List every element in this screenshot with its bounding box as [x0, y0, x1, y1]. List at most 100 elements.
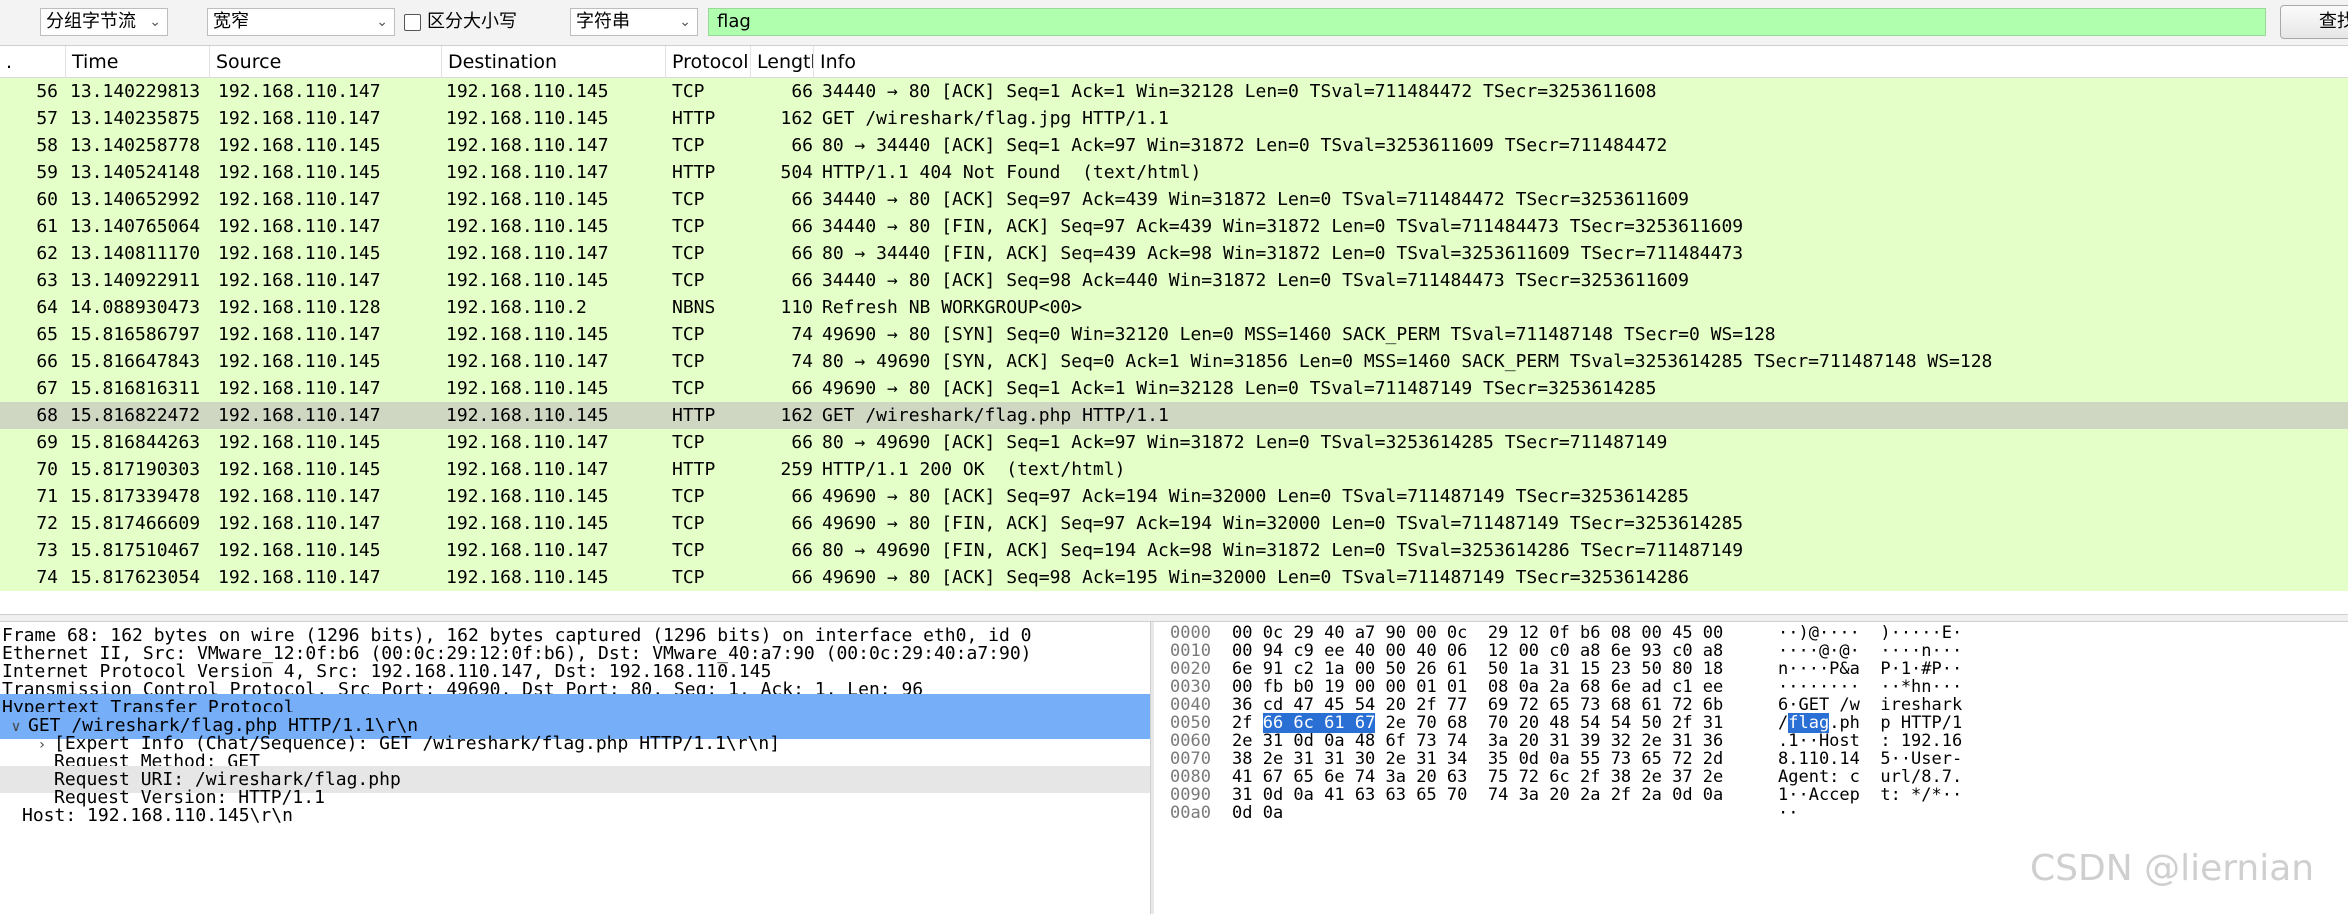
column-header-length[interactable]: Length — [751, 46, 814, 78]
watermark: CSDN @liernian — [2030, 848, 2315, 889]
column-header-no[interactable]: . — [0, 46, 66, 78]
packet-length: 110 — [780, 297, 813, 318]
search-input[interactable]: flag — [708, 8, 2266, 36]
chevron-down-icon: ⌄ — [149, 14, 161, 30]
packet-length: 66 — [791, 189, 813, 210]
packet-row[interactable]: 61 13.140765064 192.168.110.147 192.168.110… — [0, 213, 2348, 240]
checkbox-box[interactable] — [404, 13, 421, 31]
column-header-time[interactable]: Time — [66, 46, 210, 78]
packet-source: 192.168.110.147 — [218, 513, 381, 534]
packet-protocol: HTTP — [672, 459, 716, 480]
packet-source: 192.168.110.147 — [218, 324, 381, 345]
packet-info: HTTP/1.1 200 OK (text/html) — [822, 459, 1126, 480]
packet-source: 192.168.110.147 — [218, 378, 381, 399]
packet-info: 34440 → 80 [ACK] Seq=1 Ack=1 Win=32128 L… — [822, 81, 1657, 102]
packet-time: 15.817623054 — [70, 567, 201, 588]
case-sensitive-label: 区分大小写 — [427, 11, 517, 32]
packet-row[interactable]: 72 15.817466609 192.168.110.147 192.168.110… — [0, 510, 2348, 537]
packet-row[interactable]: 73 15.817510467 192.168.110.145 192.168.110… — [0, 537, 2348, 564]
packet-number: 62 — [36, 243, 58, 264]
packet-row[interactable]: 60 13.140652992 192.168.110.147 192.168.110… — [0, 186, 2348, 213]
packet-details-tree: Frame 68: 162 bytes on wire (1296 bits),… — [0, 622, 1150, 914]
chevron-down-icon: ⌄ — [376, 14, 388, 30]
packet-length: 66 — [791, 567, 813, 588]
packet-number: 67 — [36, 378, 58, 399]
packet-info: 80 → 34440 [ACK] Seq=1 Ack=97 Win=31872 … — [822, 135, 1668, 156]
char-width-select[interactable]: 宽窄 ⌄ — [207, 8, 395, 36]
packet-row[interactable]: 68 15.816822472 192.168.110.147 192.168.110… — [0, 402, 2348, 429]
packet-source: 192.168.110.147 — [218, 81, 381, 102]
packet-info: 80 → 49690 [SYN, ACK] Seq=0 Ack=1 Win=31… — [822, 351, 1993, 372]
packet-row[interactable]: 70 15.817190303 192.168.110.145 192.168.110… — [0, 456, 2348, 483]
column-header-info[interactable]: Info — [814, 46, 2348, 78]
packet-row[interactable]: 64 14.088930473 192.168.110.128 192.168.110… — [0, 294, 2348, 321]
packet-protocol: TCP — [672, 81, 705, 102]
packet-source: 192.168.110.128 — [218, 297, 381, 318]
packet-source: 192.168.110.145 — [218, 540, 381, 561]
packet-row[interactable]: 74 15.817623054 192.168.110.147 192.168.110… — [0, 564, 2348, 591]
packet-time: 14.088930473 — [70, 297, 201, 318]
packet-destination: 192.168.110.145 — [446, 378, 609, 399]
packet-length: 162 — [780, 405, 813, 426]
search-type-select[interactable]: 字符串 ⌄ — [570, 8, 698, 36]
packet-length: 66 — [791, 270, 813, 291]
packet-source: 192.168.110.147 — [218, 108, 381, 129]
search-in-select[interactable]: 分组字节流 ⌄ — [40, 8, 168, 36]
packet-length: 162 — [780, 108, 813, 129]
packet-row[interactable]: 58 13.140258778 192.168.110.145 192.168.110… — [0, 132, 2348, 159]
packet-time: 13.140235875 — [70, 108, 201, 129]
packet-source: 192.168.110.147 — [218, 567, 381, 588]
packet-info: HTTP/1.1 404 Not Found (text/html) — [822, 162, 1202, 183]
packet-info: 34440 → 80 [ACK] Seq=97 Ack=439 Win=3187… — [822, 189, 1689, 210]
packet-row[interactable]: 71 15.817339478 192.168.110.147 192.168.110… — [0, 483, 2348, 510]
packet-destination: 192.168.110.145 — [446, 270, 609, 291]
packet-row[interactable]: 69 15.816844263 192.168.110.145 192.168.110… — [0, 429, 2348, 456]
hex-row[interactable]: 00a0 0d 0a ·· — [1154, 802, 2348, 825]
packet-destination: 192.168.110.147 — [446, 351, 609, 372]
packet-time: 13.140524148 — [70, 162, 201, 183]
packet-number: 57 — [36, 108, 58, 129]
packet-source: 192.168.110.147 — [218, 270, 381, 291]
packet-destination: 192.168.110.145 — [446, 108, 609, 129]
packet-time: 13.140811170 — [70, 243, 201, 264]
packet-row[interactable]: 67 15.816816311 192.168.110.147 192.168.110… — [0, 375, 2348, 402]
packet-info: 49690 → 80 [FIN, ACK] Seq=97 Ack=194 Win… — [822, 513, 1744, 534]
packet-row[interactable]: 59 13.140524148 192.168.110.145 192.168.110… — [0, 159, 2348, 186]
packet-info: 80 → 49690 [ACK] Seq=1 Ack=97 Win=31872 … — [822, 432, 1668, 453]
packet-info: 49690 → 80 [ACK] Seq=98 Ack=195 Win=3200… — [822, 567, 1689, 588]
search-type-value: 字符串 — [576, 11, 630, 32]
packet-time: 13.140765064 — [70, 216, 201, 237]
packet-list-header: . Time Source Destination Protocol Lengt… — [0, 46, 2348, 78]
search-input-value: flag — [717, 11, 751, 32]
packet-list: . Time Source Destination Protocol Lengt… — [0, 46, 2348, 614]
packet-length: 66 — [791, 216, 813, 237]
pane-splitter[interactable] — [0, 614, 2348, 622]
column-header-protocol[interactable]: Protocol — [666, 46, 751, 78]
packet-number: 60 — [36, 189, 58, 210]
packet-source: 192.168.110.145 — [218, 162, 381, 183]
packet-row[interactable]: 66 15.816647843 192.168.110.145 192.168.110… — [0, 348, 2348, 375]
packet-time: 15.817339478 — [70, 486, 201, 507]
packet-info: Refresh NB WORKGROUP<00> — [822, 297, 1083, 318]
packet-protocol: HTTP — [672, 162, 716, 183]
detail-tree-item[interactable]: Host: 192.168.110.145\r\n — [0, 802, 1150, 829]
packet-source: 192.168.110.147 — [218, 405, 381, 426]
packet-row[interactable]: 57 13.140235875 192.168.110.147 192.168.110… — [0, 105, 2348, 132]
packet-number: 61 — [36, 216, 58, 237]
packet-number: 73 — [36, 540, 58, 561]
find-button[interactable]: 查找 — [2280, 5, 2348, 39]
packet-length: 66 — [791, 486, 813, 507]
packet-destination: 192.168.110.145 — [446, 405, 609, 426]
packet-source: 192.168.110.145 — [218, 459, 381, 480]
case-sensitive-checkbox[interactable]: 区分大小写 — [404, 8, 517, 36]
packet-list-empty-area — [0, 600, 2348, 614]
packet-source: 192.168.110.145 — [218, 243, 381, 264]
packet-time: 15.817510467 — [70, 540, 201, 561]
packet-row[interactable]: 63 13.140922911 192.168.110.147 192.168.110… — [0, 267, 2348, 294]
packet-source: 192.168.110.145 — [218, 432, 381, 453]
packet-row[interactable]: 65 15.816586797 192.168.110.147 192.168.110… — [0, 321, 2348, 348]
column-header-destination[interactable]: Destination — [442, 46, 666, 78]
column-header-source[interactable]: Source — [210, 46, 442, 78]
packet-row[interactable]: 62 13.140811170 192.168.110.145 192.168.110… — [0, 240, 2348, 267]
packet-row[interactable]: 56 13.140229813 192.168.110.147 192.168.110… — [0, 78, 2348, 105]
